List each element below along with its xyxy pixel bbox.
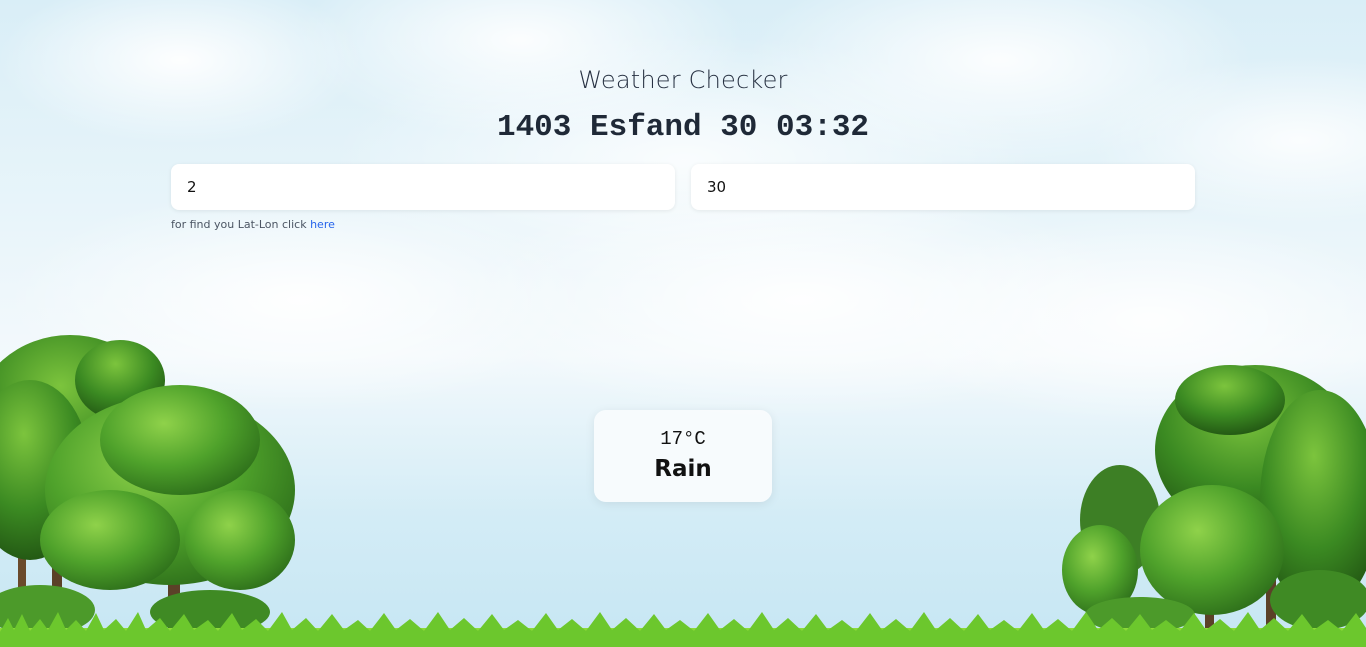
weather-card: 17°C Rain: [594, 410, 772, 502]
left-trees: [0, 335, 295, 635]
longitude-input[interactable]: [691, 164, 1195, 210]
latitude-input[interactable]: [171, 164, 675, 210]
weather-condition: Rain: [654, 456, 712, 482]
lat-lon-hint: for find you Lat-Lon click here: [171, 218, 335, 231]
date-time-display: 1403 Esfand 30 03:32: [496, 110, 870, 145]
hint-text: for find you Lat-Lon click: [171, 218, 311, 231]
page-title: Weather Checker: [578, 66, 788, 94]
lat-lon-help-link[interactable]: here: [310, 218, 335, 231]
right-trees: [1062, 365, 1366, 633]
temperature-value: 17°C: [660, 428, 706, 450]
background-scenery: [0, 335, 1366, 647]
grass: [0, 612, 1366, 647]
